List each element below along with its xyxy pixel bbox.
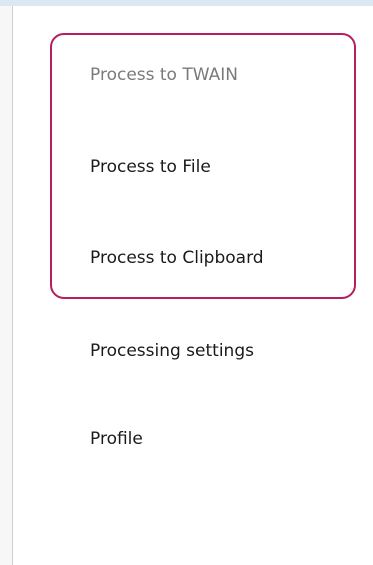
menu-item-profile[interactable]: Profile xyxy=(90,429,143,449)
menu-item-process-to-twain: Process to TWAIN xyxy=(90,65,238,85)
menu-item-process-to-clipboard[interactable]: Process to Clipboard xyxy=(90,248,264,268)
menu-item-processing-settings[interactable]: Processing settings xyxy=(90,341,254,361)
context-menu: Process to TWAIN Process to File Process… xyxy=(0,0,373,565)
menu-item-process-to-file[interactable]: Process to File xyxy=(90,157,211,177)
